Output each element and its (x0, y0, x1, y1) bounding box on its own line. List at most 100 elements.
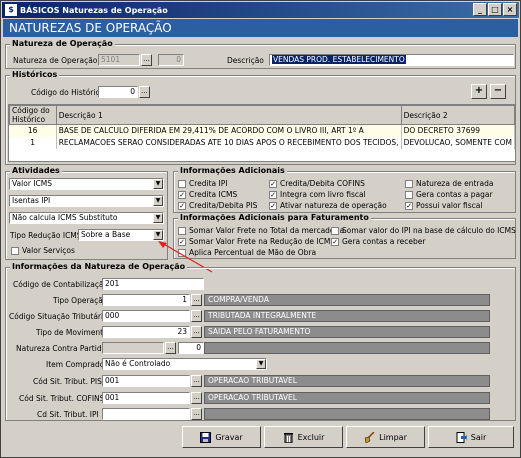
table-cell: DO DECRETO 37699 (401, 124, 515, 137)
contra-partida-desc (204, 342, 490, 354)
historico-lookup-button[interactable]: ... (139, 86, 150, 98)
col-header-desc2[interactable]: Descrição 2 (400, 105, 515, 125)
info-adicional-checkbox[interactable]: ✓ Credita ICMS (178, 190, 237, 199)
checkbox-box (331, 226, 339, 235)
tipo-operacao-field[interactable]: 1 (102, 294, 190, 306)
gravar-button[interactable]: Gravar (182, 426, 261, 448)
page-banner: NATUREZAS DE OPERAÇÃO (3, 19, 518, 37)
checkbox-box (405, 190, 413, 199)
cst-field[interactable]: 000 (102, 310, 190, 322)
contab-field[interactable]: 201 (102, 278, 204, 290)
table-cell: BASE DE CALCULO DIFERIDA EM 29,411% DE A… (56, 124, 402, 137)
checkmark-icon: ✓ (269, 201, 277, 210)
info-adicional-checkbox[interactable]: ✓ Ativar natureza de operação (269, 201, 387, 210)
info-adicional-label: Credita/Debita PIS (189, 201, 258, 210)
tipo-operacao-lookup-button[interactable]: ... (191, 294, 202, 306)
info-adicional-checkbox[interactable]: Natureza de entrada (405, 179, 493, 188)
descricao-field[interactable]: VENDAS PROD. ESTABELECIMENTO (269, 54, 514, 66)
sair-button[interactable]: Sair (428, 426, 514, 448)
item-comprado-select[interactable]: Não é Controlado (102, 358, 267, 370)
table-row[interactable]: 16 BASE DE CALCULO DIFERIDA EM 29,411% D… (9, 124, 515, 137)
natureza-lookup-button[interactable]: ... (141, 54, 152, 66)
app-icon: $ (5, 4, 17, 16)
checkmark-icon: ✓ (178, 201, 186, 210)
broom-icon (364, 430, 375, 443)
natureza-group-title: Natureza de Operação (10, 39, 115, 48)
tipo-movimento-lookup-button[interactable]: ... (191, 326, 202, 338)
excluir-label: Excluir (297, 432, 325, 442)
faturamento-checkbox[interactable]: ✓ Gera contas a receber (331, 237, 426, 246)
info-adicional-checkbox[interactable]: ✓ Integra com livro fiscal (269, 190, 366, 199)
contra-partida-code-field[interactable] (102, 342, 164, 354)
maximize-button[interactable]: □ (488, 3, 502, 16)
contra-partida-sub-field[interactable]: 0 (178, 342, 204, 354)
col-header-codigo[interactable]: Código do Histórico (9, 105, 57, 125)
cst-desc: TRIBUTADA INTEGRALMENTE (204, 310, 490, 322)
cofins-desc: OPERACAO TRIBUTAVEL (204, 392, 490, 404)
info-adicional-checkbox[interactable]: Credita IPI (178, 179, 227, 188)
remove-historico-button[interactable]: − (490, 84, 506, 99)
cofins-field[interactable]: 001 (102, 392, 190, 404)
contra-partida-lookup-button[interactable]: ... (165, 342, 176, 354)
contra-partida-label: Natureza Contra Partida (16, 344, 107, 353)
info-adicional-checkbox[interactable]: Gera contas a pagar (405, 190, 493, 199)
natureza-label: Natureza de Operação (13, 56, 98, 65)
chevron-down-icon[interactable]: ▼ (153, 213, 163, 223)
tipo-movimento-field[interactable]: 23 (102, 326, 190, 338)
descricao-label: Descrição (227, 56, 264, 65)
add-historico-button[interactable]: + (471, 84, 487, 99)
cofins-lookup-button[interactable]: ... (191, 392, 202, 404)
valor-servicos-checkbox[interactable]: Valor Serviços (11, 246, 75, 255)
pis-field[interactable]: 001 (102, 375, 190, 387)
faturamento-checkbox[interactable]: Somar Valor Frete no Total da mercadoria (178, 226, 344, 235)
table-row[interactable]: 1 RECLAMACOES SERAO CONSIDERADAS ATE 10 … (9, 136, 515, 149)
descricao-value: VENDAS PROD. ESTABELECIMENTO (272, 55, 406, 64)
historico-code-field[interactable]: 0 (98, 86, 138, 98)
table-cell: DEVOLUCAO, SOMENTE COM (401, 136, 515, 149)
chevron-down-icon[interactable]: ▼ (153, 179, 163, 189)
info-adicional-label: Natureza de entrada (416, 179, 494, 188)
tipo-reducao-select[interactable]: Sobre a Base (78, 229, 164, 241)
atividade-select-substituto[interactable]: Não calcula ICMS Substituto (9, 212, 164, 224)
ipi-label: Cd Sit. Tribut. IPI (37, 410, 99, 419)
info-adicional-checkbox[interactable]: ✓ Credita/Debita COFINS (269, 179, 365, 188)
table-cell: RECLAMACOES SERAO CONSIDERADAS ATE 10 DI… (56, 136, 402, 149)
info-adicional-label: Credita ICMS (189, 190, 238, 199)
close-button[interactable]: × (503, 3, 517, 16)
limpar-button[interactable]: Limpar (346, 426, 425, 448)
natureza-sub-field[interactable]: 0 (158, 54, 184, 66)
ipi-field[interactable] (102, 408, 190, 420)
info-adicional-label: Credita IPI (189, 179, 228, 188)
chevron-down-icon[interactable]: ▼ (153, 196, 163, 206)
natureza-code-field[interactable]: 5101 (98, 54, 140, 66)
chevron-down-icon[interactable]: ▼ (256, 359, 266, 369)
tipo-operacao-desc: COMPRA/VENDA (204, 294, 490, 306)
historicos-table[interactable]: Código do Histórico Descrição 1 Descriçã… (8, 104, 516, 162)
info-adicional-label: Gera contas a pagar (416, 190, 493, 199)
tipo-movimento-label: Tipo de Movimento (36, 328, 108, 337)
gravar-label: Gravar (215, 432, 243, 442)
col-header-desc1[interactable]: Descrição 1 (55, 105, 402, 125)
limpar-label: Limpar (379, 432, 407, 442)
trash-icon (283, 432, 294, 443)
tipo-reducao-label: Tipo Redução ICMS (10, 231, 82, 240)
title-bar[interactable]: $ BÁSICOS Naturezas de Operação _ □ × (2, 2, 519, 18)
pis-lookup-button[interactable]: ... (191, 375, 202, 387)
info-adicional-checkbox[interactable]: ✓ Possui valor fiscal (405, 201, 483, 210)
minimize-button[interactable]: _ (473, 3, 487, 16)
checkmark-icon: ✓ (269, 190, 277, 199)
atividade-select-icms[interactable]: Valor ICMS (9, 178, 164, 190)
historicos-group-title: Históricos (10, 70, 60, 79)
cst-lookup-button[interactable]: ... (191, 310, 202, 322)
table-cell: 1 (9, 136, 57, 149)
atividade-select-ipi[interactable]: Isentas IPI (9, 195, 164, 207)
ipi-lookup-button[interactable]: ... (191, 408, 202, 420)
save-disk-icon (200, 431, 212, 443)
info-adicional-checkbox[interactable]: ✓ Credita/Debita PIS (178, 201, 257, 210)
atividades-group-title: Atividades (10, 166, 62, 175)
info-adicionais-group-title: Informações Adicionais (178, 166, 287, 175)
checkbox-box (178, 226, 186, 235)
checkbox-box (11, 246, 19, 255)
excluir-button[interactable]: Excluir (264, 426, 343, 448)
faturamento-checkbox[interactable]: Somar valor do IPI na base de cálculo do… (331, 226, 516, 235)
